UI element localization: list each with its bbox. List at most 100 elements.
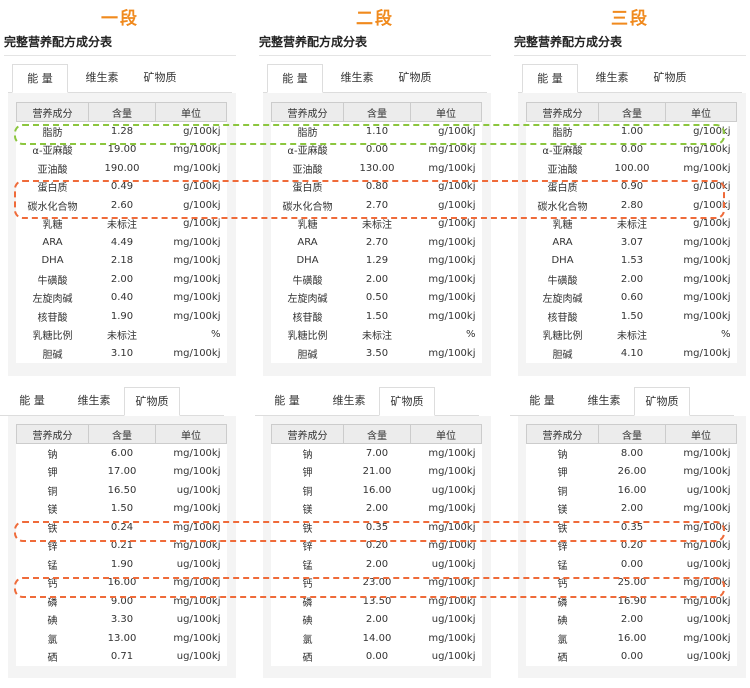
nutrient-name: DHA bbox=[41, 255, 64, 267]
nutrient-amount: 1.50 bbox=[110, 503, 134, 515]
tab-vitamins[interactable]: 维生素 bbox=[74, 64, 130, 92]
header-row: 营养成分 含量 单位 bbox=[526, 424, 737, 444]
nutrient-amount: 0.21 bbox=[110, 540, 134, 552]
nutrient-amount: 13.50 bbox=[362, 595, 392, 607]
tab-energy[interactable]: 能 量 bbox=[259, 387, 315, 415]
nutrient-amount: 16.00 bbox=[617, 484, 647, 496]
tab-minerals[interactable]: 矿物质 bbox=[387, 64, 443, 92]
minerals-table: 营养成分 含量 单位钠 8.00 mg/100kj 钾 26.00 mg/100kj 铜 16.0… bbox=[526, 424, 737, 666]
tab-vitamins[interactable]: 维生素 bbox=[576, 387, 632, 415]
nutrient-amount: 2.00 bbox=[365, 558, 389, 570]
nutrient-unit: ug/100kj bbox=[686, 484, 731, 496]
nutrient-amount: 25.00 bbox=[617, 577, 647, 589]
nutrient-unit: mg/100kj bbox=[173, 144, 221, 156]
nutrient-name: 乳糖比例 bbox=[287, 331, 328, 343]
nutrient-amount: 2.60 bbox=[110, 199, 134, 211]
nutrient-amount: 0.35 bbox=[365, 521, 389, 533]
col-header-amount: 含量 bbox=[343, 102, 411, 122]
nutrient-amount: 0.20 bbox=[365, 540, 389, 552]
table-row: 锰 2.00 ug/100kj bbox=[272, 555, 482, 574]
nutrient-amount: 0.20 bbox=[620, 540, 644, 552]
nutrient-amount: 2.70 bbox=[365, 199, 389, 211]
stage-title: 一段 bbox=[101, 9, 139, 29]
col-header-nutrient: 营养成分 bbox=[526, 102, 599, 122]
nutrient-unit: mg/100kj bbox=[683, 273, 731, 285]
nutrient-amount: 1.90 bbox=[110, 310, 134, 322]
nutrient-unit: g/100kj bbox=[693, 199, 731, 211]
nutrient-name: 乳糖比例 bbox=[32, 331, 73, 343]
tab-minerals[interactable]: 矿物质 bbox=[642, 64, 698, 92]
nutrient-amount: 1.29 bbox=[365, 255, 389, 267]
col-header-amount: 含量 bbox=[598, 424, 666, 444]
nutrient-unit: mg/100kj bbox=[173, 521, 221, 533]
tab-minerals[interactable]: 矿物质 bbox=[379, 387, 435, 416]
col-header-unit: 单位 bbox=[665, 424, 737, 444]
nutrient-unit: ug/100kj bbox=[176, 484, 221, 496]
tab-minerals[interactable]: 矿物质 bbox=[634, 387, 690, 416]
tab-vitamins[interactable]: 维生素 bbox=[66, 387, 122, 415]
nutrient-unit: mg/100kj bbox=[173, 162, 221, 174]
table-row: 乳糖 未标注 g/100kj bbox=[272, 215, 482, 234]
nutrient-unit: ug/100kj bbox=[686, 651, 731, 663]
nutrient-amount: 0.49 bbox=[110, 181, 134, 193]
nutrient-unit: mg/100kj bbox=[428, 236, 476, 248]
table-row: 锰 0.00 ug/100kj bbox=[527, 555, 737, 574]
nutrient-amount: 16.00 bbox=[107, 577, 137, 589]
nutrient-name: 乳糖比例 bbox=[542, 331, 583, 343]
table-row: 锰 1.90 ug/100kj bbox=[17, 555, 227, 574]
col-header-amount: 含量 bbox=[88, 424, 156, 444]
table-row: 钠 7.00 mg/100kj bbox=[272, 444, 482, 463]
nutrient-unit: mg/100kj bbox=[428, 503, 476, 515]
table-row: 碘 2.00 ug/100kj bbox=[272, 611, 482, 630]
nutrient-name: α-亚麻酸 bbox=[287, 146, 328, 158]
nutrient-unit: g/100kj bbox=[183, 199, 221, 211]
nutrient-name: 钠 bbox=[302, 449, 313, 461]
tab-vitamins[interactable]: 维生素 bbox=[584, 64, 640, 92]
nutrient-unit: mg/100kj bbox=[428, 162, 476, 174]
nutrient-unit: mg/100kj bbox=[428, 310, 476, 322]
nutrient-amount: 3.07 bbox=[620, 236, 644, 248]
nutrient-unit: mg/100kj bbox=[428, 255, 476, 267]
tab-minerals[interactable]: 矿物质 bbox=[132, 64, 188, 92]
tab-energy[interactable]: 能 量 bbox=[12, 64, 68, 93]
nutrient-unit: mg/100kj bbox=[173, 310, 221, 322]
nutrient-amount: 23.00 bbox=[362, 577, 392, 589]
tab-energy[interactable]: 能 量 bbox=[267, 64, 323, 93]
table-row: 胆碱 4.10 mg/100kj bbox=[527, 344, 737, 363]
nutrient-unit: mg/100kj bbox=[683, 255, 731, 267]
tab-energy[interactable]: 能 量 bbox=[514, 387, 570, 415]
nutrient-name: ARA bbox=[297, 236, 318, 248]
col-header-unit: 单位 bbox=[410, 102, 482, 122]
col-header-unit: 单位 bbox=[410, 424, 482, 444]
nutrient-unit: g/100kj bbox=[183, 125, 221, 137]
nutrient-name: 镁 bbox=[302, 505, 313, 517]
table-row: 钾 17.00 mg/100kj bbox=[17, 463, 227, 482]
nutrient-name: 钾 bbox=[47, 468, 58, 480]
tab-energy[interactable]: 能 量 bbox=[522, 64, 578, 93]
nutrient-unit: mg/100kj bbox=[173, 577, 221, 589]
nutrient-name: 蛋白质 bbox=[292, 183, 323, 195]
nutrient-amount: 6.00 bbox=[110, 447, 134, 459]
nutrient-name: 碘 bbox=[302, 616, 313, 628]
nutrient-unit: mg/100kj bbox=[428, 144, 476, 156]
nutrient-unit: ug/100kj bbox=[431, 614, 476, 626]
tab-energy[interactable]: 能 量 bbox=[4, 387, 60, 415]
page-title: 完整营养配方成分表 bbox=[4, 33, 236, 56]
tab-vitamins[interactable]: 维生素 bbox=[321, 387, 377, 415]
nutrient-amount: 130.00 bbox=[359, 162, 395, 174]
tab-minerals[interactable]: 矿物质 bbox=[124, 387, 180, 416]
nutrient-name: DHA bbox=[296, 255, 319, 267]
nutrient-name: 锰 bbox=[47, 560, 58, 572]
nutrient-name: 碳水化合物 bbox=[282, 201, 333, 213]
table-row: 氯 13.00 mg/100kj bbox=[17, 629, 227, 648]
nutrient-unit: mg/100kj bbox=[683, 521, 731, 533]
nutrient-name: 锌 bbox=[302, 542, 313, 554]
tab-vitamins[interactable]: 维生素 bbox=[329, 64, 385, 92]
nutrient-name: 硒 bbox=[302, 653, 313, 665]
nutrient-unit: g/100kj bbox=[438, 181, 476, 193]
table-row: 牛磺酸 2.00 mg/100kj bbox=[17, 270, 227, 289]
table-row: 脂肪 1.28 g/100kj bbox=[17, 122, 227, 141]
table-row: 氯 16.00 mg/100kj bbox=[527, 629, 737, 648]
nutrient-name: 锰 bbox=[557, 560, 568, 572]
nutrient-name: 氯 bbox=[47, 634, 58, 646]
